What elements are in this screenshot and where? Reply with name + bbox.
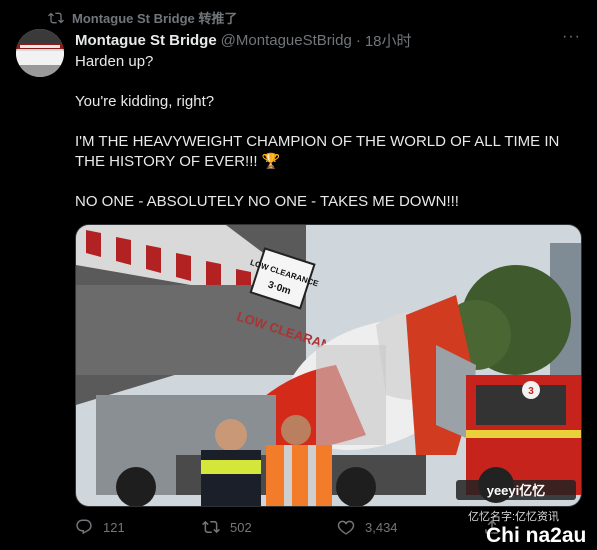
tweet-line: Harden up? xyxy=(75,53,154,70)
retweet-button[interactable]: 502 xyxy=(202,518,252,536)
tweet-text: Harden up? You're kidding, right? I'M TH… xyxy=(75,52,585,232)
separator: · xyxy=(355,32,361,49)
retweet-count: 502 xyxy=(230,519,252,535)
like-button[interactable]: 3,434 xyxy=(337,518,398,536)
watermark-logo: Chi na2au xyxy=(486,524,587,547)
like-count: 3,434 xyxy=(365,519,398,535)
heart-icon xyxy=(337,520,355,535)
tweet-media[interactable]: LOW CLEARANCE LOW CLEARANCE 3·0m 3 yeeyi… xyxy=(75,224,582,507)
reply-button[interactable]: 121 xyxy=(75,518,125,536)
author-handle[interactable]: @MontagueStBridg xyxy=(221,32,352,49)
more-options-icon[interactable]: ··· xyxy=(562,28,581,46)
retweet-label: Montague St Bridge 转推了 xyxy=(72,11,238,26)
retweet-bar: Montague St Bridge 转推了 xyxy=(48,8,237,27)
retweet-icon xyxy=(48,12,64,23)
media-photo: LOW CLEARANCE LOW CLEARANCE 3·0m 3 yeeyi… xyxy=(76,225,581,506)
tweet-header: Montague St Bridge @MontagueStBridg · 18… xyxy=(75,28,581,51)
reply-icon xyxy=(76,519,92,535)
tweet-line: I'M THE HEAVYWEIGHT CHAMPION OF THE WORL… xyxy=(75,133,560,170)
truck-number: 3 xyxy=(528,386,534,397)
tweet-line: You're kidding, right? xyxy=(75,93,215,110)
reply-count: 121 xyxy=(103,519,125,535)
author-name[interactable]: Montague St Bridge xyxy=(75,32,217,49)
tweet-time[interactable]: 18小时 xyxy=(365,30,412,51)
media-watermark: yeeyi亿忆 xyxy=(487,483,546,498)
watermark-caption: 亿忆名字:亿忆资讯 xyxy=(468,511,560,523)
tweet-line: NO ONE - ABSOLUTELY NO ONE - TAKES ME DO… xyxy=(75,193,459,210)
retweet-icon xyxy=(202,520,220,534)
avatar[interactable] xyxy=(16,29,64,77)
